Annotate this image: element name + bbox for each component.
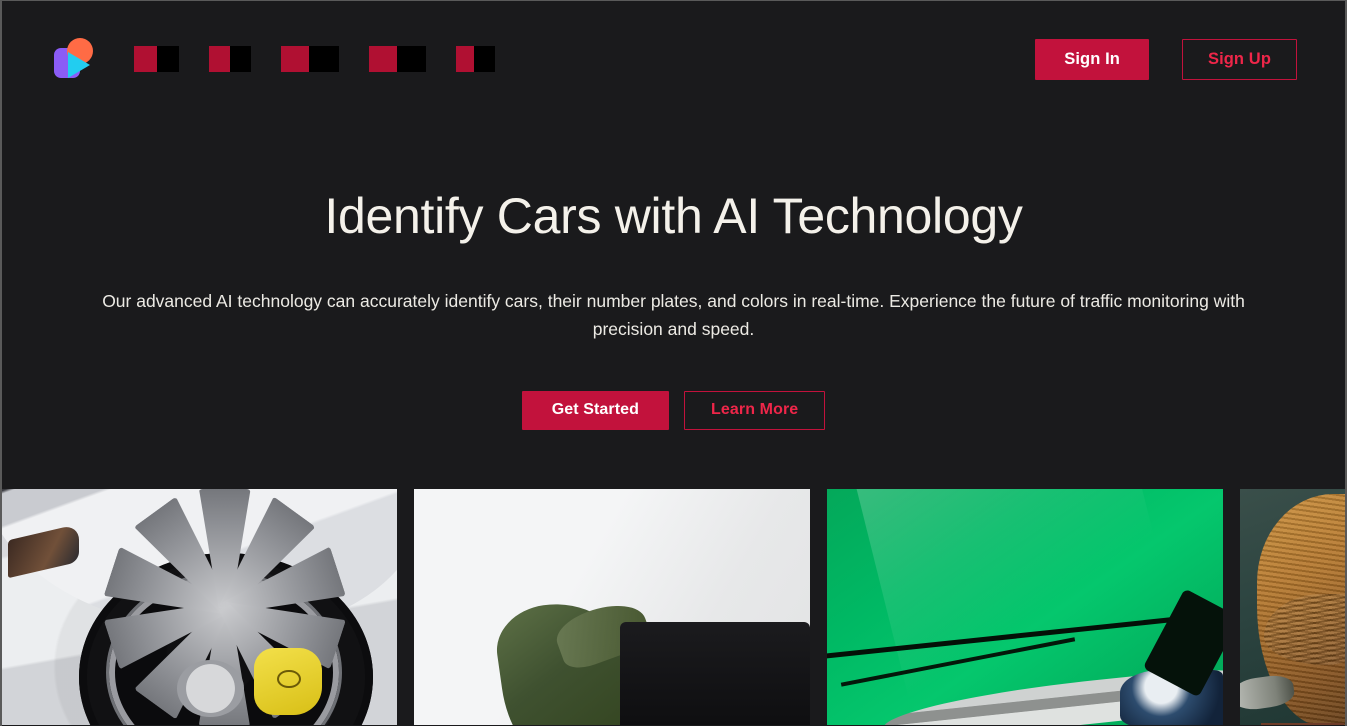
- hero-subtitle: Our advanced AI technology can accuratel…: [102, 291, 1245, 340]
- learn-more-button[interactable]: Learn More: [684, 390, 826, 430]
- nav-item-4[interactable]: [369, 46, 426, 72]
- nav-item-3-redaction-block-b: [309, 46, 339, 72]
- gallery-card-green-leaf-desk[interactable]: [414, 489, 810, 725]
- hero-section: Identify Cars with AI Technology Our adv…: [2, 117, 1345, 430]
- silver-car-wheel-image: [2, 489, 397, 725]
- image-bottom-edge: [1261, 723, 1344, 725]
- gallery-card-green-car-panel[interactable]: [827, 489, 1223, 725]
- nav-item-3-redaction-block-a: [281, 46, 309, 72]
- brake-caliper: [254, 648, 322, 716]
- nav-item-1[interactable]: [134, 46, 179, 72]
- nav-item-2[interactable]: [209, 46, 251, 72]
- sign-up-button[interactable]: Sign Up: [1181, 38, 1297, 80]
- gallery-card-silver-car-wheel[interactable]: [2, 489, 397, 725]
- auth-actions: Sign In Sign Up: [1035, 38, 1297, 80]
- person-knit-sweater-image: [1240, 489, 1345, 725]
- page-title: Identify Cars with AI Technology: [324, 188, 1023, 244]
- logo-play-triangle-icon: [68, 52, 90, 78]
- nav-item-4-redaction-block-b: [397, 46, 426, 72]
- get-started-button[interactable]: Get Started: [521, 390, 670, 430]
- page-root: Sign In Sign Up Identify Cars with AI Te…: [2, 1, 1345, 725]
- image-gallery: [2, 489, 1345, 725]
- dark-laptop: [619, 622, 810, 725]
- nav-item-2-redaction-block-b: [230, 46, 251, 72]
- nav-item-5-redaction-block-a: [456, 46, 474, 72]
- nav-item-5-redaction-block-b: [474, 46, 495, 72]
- nav-item-4-redaction-block-a: [369, 46, 397, 72]
- nav-item-1-redaction-block-a: [134, 46, 157, 72]
- brand-logo[interactable]: [52, 36, 98, 82]
- main-navigation: [134, 46, 1035, 72]
- green-car-panel-image: [827, 489, 1223, 725]
- green-leaf-desk-image: [414, 489, 810, 725]
- nav-item-1-redaction-block-b: [157, 46, 179, 72]
- nav-item-2-redaction-block-a: [209, 46, 230, 72]
- hero-cta-group: Get Started Learn More: [42, 390, 1305, 430]
- site-header: Sign In Sign Up: [2, 1, 1345, 117]
- nav-item-3[interactable]: [281, 46, 339, 72]
- sign-in-button[interactable]: Sign In: [1035, 38, 1149, 80]
- nav-item-5[interactable]: [456, 46, 495, 72]
- gallery-card-person-knit-sweater[interactable]: [1240, 489, 1345, 725]
